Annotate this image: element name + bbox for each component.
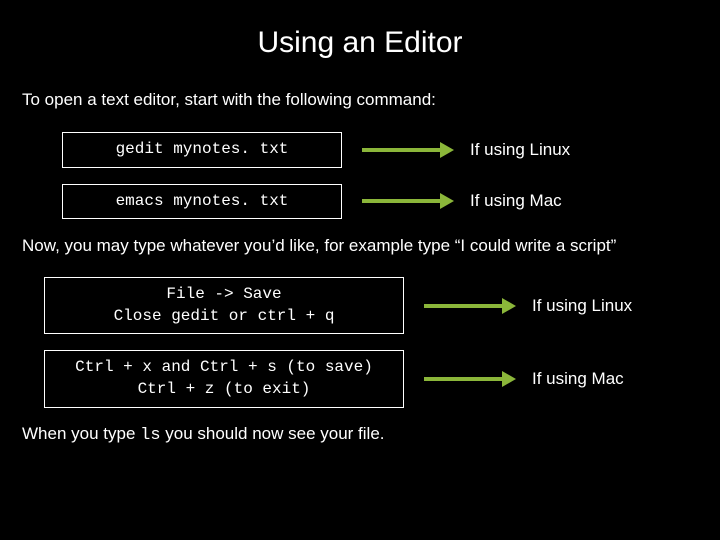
os-label: If using Mac bbox=[470, 191, 562, 211]
middle-paragraph: Now, you may type whatever you’d like, f… bbox=[22, 235, 698, 257]
os-label: If using Mac bbox=[532, 369, 624, 389]
page-title: Using an Editor bbox=[22, 26, 698, 60]
open-command-row-linux: gedit mynotes. txt If using Linux bbox=[22, 132, 698, 168]
closing-pre: When you type bbox=[22, 424, 140, 443]
os-label: If using Linux bbox=[470, 140, 570, 160]
save-command-row-linux: File -> Save Close gedit or ctrl + q If … bbox=[22, 277, 698, 334]
arrow-icon bbox=[424, 298, 516, 314]
closing-post: you should now see your file. bbox=[161, 424, 385, 443]
arrow-icon bbox=[362, 193, 454, 209]
command-box: File -> Save Close gedit or ctrl + q bbox=[44, 277, 404, 334]
command-box: emacs mynotes. txt bbox=[62, 184, 342, 220]
command-box: gedit mynotes. txt bbox=[62, 132, 342, 168]
closing-code: ls bbox=[140, 426, 160, 445]
os-label: If using Linux bbox=[532, 296, 632, 316]
intro-text: To open a text editor, start with the fo… bbox=[22, 90, 698, 110]
closing-text: When you type ls you should now see your… bbox=[22, 424, 698, 445]
open-command-row-mac: emacs mynotes. txt If using Mac bbox=[22, 184, 698, 220]
arrow-icon bbox=[362, 142, 454, 158]
arrow-icon bbox=[424, 371, 516, 387]
save-command-row-mac: Ctrl + x and Ctrl + s (to save) Ctrl + z… bbox=[22, 350, 698, 407]
command-box: Ctrl + x and Ctrl + s (to save) Ctrl + z… bbox=[44, 350, 404, 407]
